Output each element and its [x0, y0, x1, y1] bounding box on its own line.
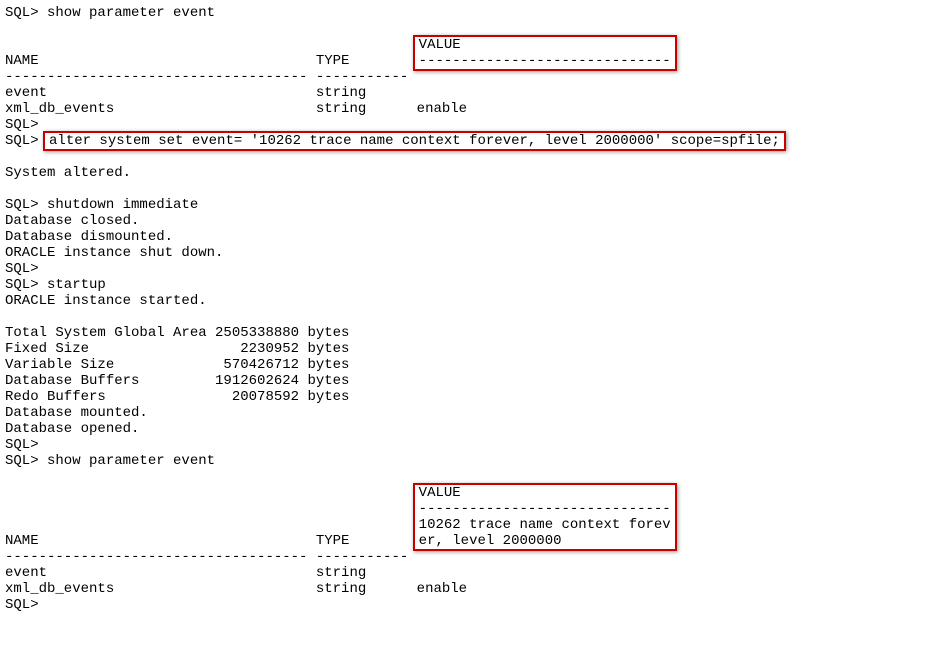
prompt: SQL> show parameter event — [5, 5, 215, 21]
value-header-highlight-2: VALUE ------------------------------ 102… — [413, 483, 677, 551]
terminal-output: SQL> show parameter event NAME TYPE VALU… — [5, 5, 782, 613]
value-header-highlight-1: VALUE ------------------------------ — [413, 35, 677, 71]
alter-command-highlight: alter system set event= '10262 trace nam… — [43, 131, 786, 151]
